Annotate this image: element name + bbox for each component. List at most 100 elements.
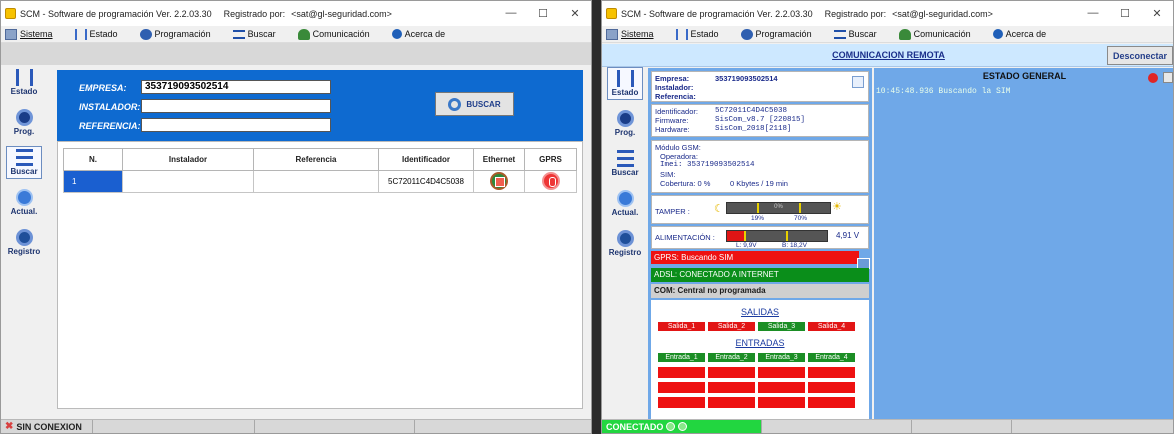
sidebar-registro[interactable]: Registro (6, 226, 42, 259)
sidebar-registro[interactable]: Registro (607, 227, 643, 260)
info-icon (992, 29, 1003, 39)
sidebar-buscar[interactable]: Buscar (607, 147, 643, 180)
buscar-button[interactable]: BUSCAR (435, 92, 514, 116)
zone-cell (707, 396, 756, 409)
salida-2-button[interactable]: Salida_2 (707, 321, 756, 332)
cell-referencia[interactable] (253, 170, 379, 193)
sidebar-estado[interactable]: Estado (6, 66, 42, 99)
close-button[interactable]: ✕ (1141, 7, 1173, 20)
toolbar-strip (1, 43, 591, 65)
menu-comunicacion[interactable]: Comunicación (297, 28, 370, 40)
com-status: COM: Central no programada (651, 284, 869, 298)
minimize-button[interactable]: — (495, 7, 527, 20)
alimentacion-label: ALIMENTACIÓN : (655, 233, 715, 242)
identificador-value: 5C72011C4D4C5038 (715, 107, 788, 115)
menu-sistema[interactable]: Sistema (606, 28, 654, 40)
connected-icon (678, 422, 688, 431)
programacion-icon (139, 28, 152, 40)
sidebar-actual[interactable]: Actual. (607, 187, 643, 220)
menu-sistema-label: Sistema (621, 29, 654, 39)
estado-general-panel: ESTADO GENERAL 10:45:48.936 Buscando la … (874, 68, 1173, 421)
sidebar-estado-label: Estado (10, 87, 38, 96)
sidebar-actual[interactable]: Actual. (6, 186, 42, 219)
instalador-label: INSTALADOR: (79, 102, 141, 112)
salida-4-button[interactable]: Salida_4 (807, 321, 856, 332)
menu-comunicacion[interactable]: Comunicación (898, 28, 971, 40)
col-instalador[interactable]: Instalador (122, 148, 254, 171)
gsm-kbytes: 0 Kbytes / 19 min (730, 179, 788, 188)
alim-l-tick (744, 231, 746, 241)
alim-l-label: L: 9,9V (736, 242, 757, 249)
col-n[interactable]: N. (63, 148, 123, 171)
registro-icon (15, 229, 33, 246)
maximize-button[interactable]: ☐ (1109, 7, 1141, 20)
expand-icon[interactable] (852, 76, 864, 88)
entrada-3: Entrada_3 (757, 352, 806, 363)
lock-icon[interactable] (1163, 72, 1173, 83)
menu-buscar[interactable]: Buscar (833, 29, 877, 39)
instalador-field[interactable] (141, 99, 331, 113)
sidebar-buscar-label: Buscar (10, 167, 38, 176)
empresa-label: Empresa: (655, 74, 690, 83)
comunicacion-icon (898, 28, 911, 40)
cell-ethernet[interactable] (473, 170, 525, 193)
gsm-title: Módulo GSM: (655, 143, 701, 152)
buscar-icon (15, 149, 33, 166)
sidebar-prog[interactable]: Prog. (607, 107, 643, 140)
salida-3-button[interactable]: Salida_3 (757, 321, 806, 332)
menu-buscar[interactable]: Buscar (232, 29, 276, 39)
table-row[interactable]: 1 5C72011C4D4C5038 (63, 170, 577, 193)
zone-cell (657, 366, 706, 379)
sidebar-estado-label: Estado (611, 88, 639, 97)
sidebar-buscar[interactable]: Buscar (6, 146, 42, 179)
cell-n[interactable]: 1 (63, 170, 123, 193)
entrada-2: Entrada_2 (707, 352, 756, 363)
col-ethernet[interactable]: Ethernet (473, 148, 525, 171)
disconnect-button[interactable]: Desconectar (1107, 46, 1173, 65)
alimentacion-fill (727, 231, 744, 241)
cell-instalador[interactable] (122, 170, 254, 193)
referencia-field[interactable] (141, 118, 331, 132)
salida-1-button[interactable]: Salida_1 (657, 321, 706, 332)
tamper-pct: 0% (774, 204, 783, 210)
menu-programacion[interactable]: Programación (740, 28, 812, 40)
menu-comunicacion-label: Comunicación (312, 29, 370, 39)
status-bar: CONECTADO (602, 419, 1173, 433)
record-icon[interactable] (1148, 73, 1158, 83)
col-referencia[interactable]: Referencia (253, 148, 379, 171)
connected-icon (666, 422, 676, 431)
cell-identificador[interactable]: 5C72011C4D4C5038 (378, 170, 474, 193)
zone-cell (707, 381, 756, 394)
menu-programacion[interactable]: Programación (139, 28, 211, 40)
menu-acerca[interactable]: Acerca de (391, 29, 445, 39)
connection-status: ✖ SIN CONEXION (1, 420, 93, 433)
empresa-field[interactable]: 353719093502514 (141, 80, 331, 94)
ethernet-icon[interactable] (490, 171, 508, 190)
zone-row (657, 381, 857, 394)
menu-sistema-label: Sistema (20, 29, 53, 39)
estado-general-title: ESTADO GENERAL (982, 71, 1067, 81)
buscar-button-label: BUSCAR (466, 99, 501, 109)
menu-acerca[interactable]: Acerca de (992, 29, 1046, 39)
menu-estado-label: Estado (690, 29, 719, 39)
sidebar-registro-label: Registro (608, 248, 642, 257)
referencia-label: REFERENCIA: (79, 121, 141, 131)
menu-sistema[interactable]: Sistema (5, 28, 53, 40)
cell-gprs[interactable] (524, 170, 577, 193)
maximize-button[interactable]: ☐ (527, 7, 559, 20)
menu-estado[interactable]: Estado (74, 28, 118, 40)
sistema-icon (5, 28, 17, 40)
close-button[interactable]: ✕ (559, 7, 591, 20)
zone-cell (807, 396, 856, 409)
minimize-button[interactable]: — (1077, 7, 1109, 20)
sidebar-estado[interactable]: Estado (607, 67, 643, 100)
gprs-icon[interactable] (541, 171, 560, 190)
sidebar-prog[interactable]: Prog. (6, 106, 42, 139)
menu-estado[interactable]: Estado (675, 28, 719, 40)
estado-icon (15, 69, 33, 86)
col-identificador[interactable]: Identificador (378, 148, 474, 171)
col-gprs[interactable]: GPRS (524, 148, 577, 171)
hardware-label: Hardware: (655, 125, 690, 134)
sistema-icon (606, 28, 618, 40)
status-segment (93, 420, 255, 433)
